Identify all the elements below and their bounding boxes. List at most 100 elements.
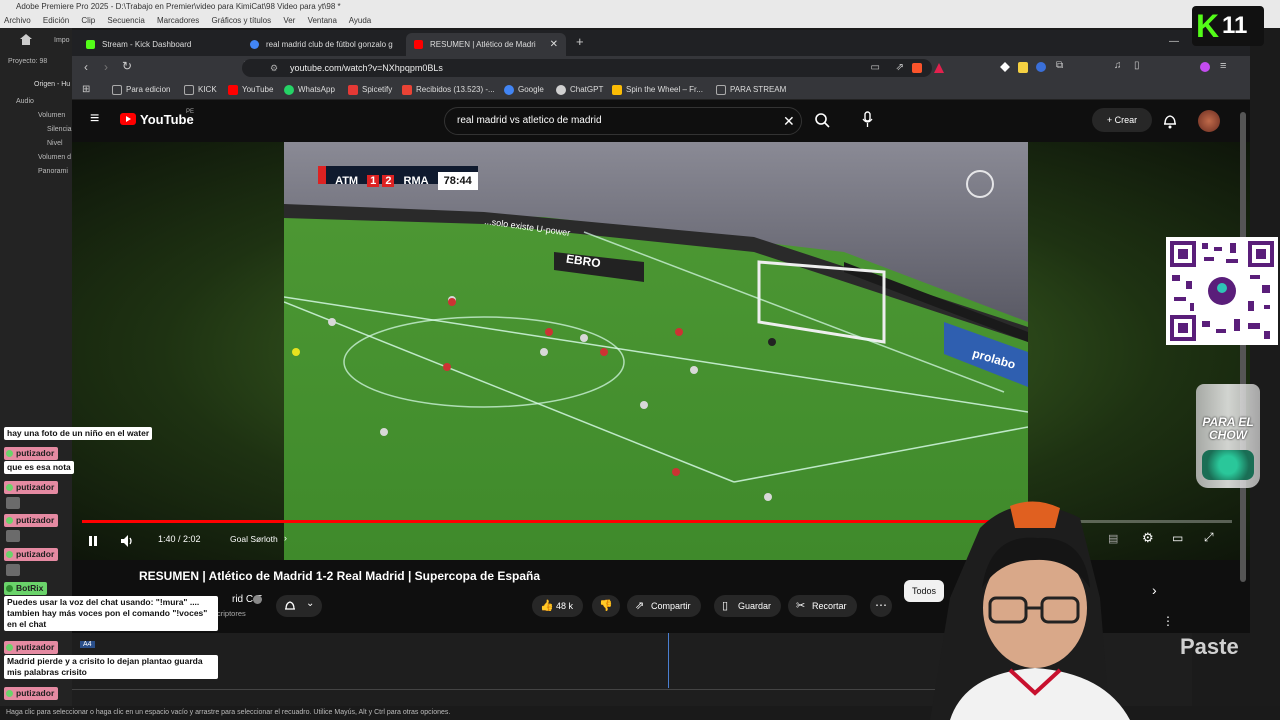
sidebar-icon[interactable]: ▯ [1134,60,1140,71]
menu-edicion[interactable]: Edición [43,16,69,25]
play-triangle-icon [126,116,131,122]
tree-volumen[interactable]: Volumen [38,112,65,119]
bookmark-spicetify[interactable]: Spicetify [348,80,392,100]
profile-extension-icon[interactable] [1200,62,1210,72]
clear-search-icon[interactable]: ✕ [783,108,795,134]
user-badge-icon [6,484,13,491]
forward-icon[interactable]: › [104,60,108,74]
minimize-icon[interactable]: — [1169,36,1179,47]
menu-graficos[interactable]: Gráficos y títulos [212,16,272,25]
track-a4[interactable]: A4 [80,641,95,648]
back-icon[interactable]: ‹ [84,60,88,74]
address-bar[interactable]: ⚙ youtube.com/watch?v=NXhpqpm0BLs ▭ ⇗ [242,59,944,77]
playhead[interactable] [668,633,669,688]
home-color-bar [318,166,326,184]
bookmark-para-edicion[interactable]: Para edicion [112,80,170,100]
menu-ventana[interactable]: Ventana [308,16,337,25]
dislike-button[interactable]: 👎 [592,595,620,617]
menu-clip[interactable]: Clip [81,16,95,25]
bookmarks-bar: ⊞ Para edicion KICK YouTube WhatsApp Spi… [72,80,1250,100]
chat-username-text: putizador [16,448,55,458]
brave-shield-icon[interactable] [912,63,922,73]
menu-marcadores[interactable]: Marcadores [157,16,199,25]
theater-mode-icon[interactable]: ▭ [1172,531,1183,545]
like-button[interactable]: 👍 48 k [532,595,584,617]
scissors-icon: ✂ [796,600,806,612]
search-icon[interactable] [815,113,830,128]
extensions-puzzle-icon[interactable]: ⧉ [1056,60,1063,71]
user-avatar[interactable] [1198,110,1220,132]
tab-google[interactable]: real madrid club de fútbol gonzalo g [242,33,402,56]
thumbs-up-icon: 👍 [540,600,554,612]
clip-button[interactable]: ✂ Recortar [788,595,857,617]
bookmark-google[interactable]: Google [504,80,544,100]
search-input[interactable]: real madrid vs atletico de madrid ✕ [444,107,802,135]
share-button[interactable]: ⇗ Compartir [627,595,701,617]
chapter-button[interactable]: Goal Sørloth [230,534,278,544]
extension-blue-icon[interactable] [1036,62,1046,72]
notifications-bell-icon[interactable] [1163,113,1177,129]
extension-diamond-icon[interactable] [1000,62,1010,72]
chat-username: putizador [4,687,59,700]
streamer-webcam-image [930,501,1130,720]
subscribed-button[interactable]: ⌄ [276,595,322,617]
premiere-menu-bar[interactable]: Archivo Edición Clip Secuencia Marcadore… [0,14,1280,28]
bookmark-youtube[interactable]: YouTube [228,80,273,100]
import-label[interactable]: Impo [54,37,70,44]
folder-icon [112,85,122,95]
tab-label: RESUMEN | Atlético de Madri [430,40,536,49]
create-label: Crear [1114,115,1138,125]
reload-icon[interactable]: ↻ [122,59,132,73]
apps-grid-icon[interactable]: ⊞ [82,84,90,95]
menu-ayuda[interactable]: Ayuda [349,16,372,25]
home-team: ATM [335,175,359,187]
cast-icon[interactable]: ▭ [871,59,880,77]
bookmark-spin-wheel[interactable]: Spin the Wheel – Fr... [612,80,703,100]
menu-hamburger-icon[interactable]: ≡ [1220,60,1226,72]
bookmark-chatgpt[interactable]: ChatGPT [556,80,603,100]
new-tab-button[interactable]: + [576,34,584,49]
paste-label: Paste [1180,634,1239,659]
bot-badge-icon [6,585,13,592]
scrollbar[interactable] [1240,112,1246,582]
menu-secuencia[interactable]: Secuencia [107,16,144,25]
subscriber-count: criptores [217,609,246,618]
extension-yellow-icon[interactable] [1018,62,1028,73]
chat-username: putizador [4,447,59,460]
create-button[interactable]: + Crear [1092,108,1152,132]
tree-silencia[interactable]: Silencia [47,126,72,133]
youtube-logo-icon[interactable] [120,113,136,125]
pause-icon[interactable] [88,535,98,547]
save-button[interactable]: ▯ Guardar [714,595,782,617]
site-info-icon[interactable]: ⚙ [270,59,278,77]
spicetify-icon [348,85,358,95]
origin-tab[interactable]: Origen - Hu [34,81,70,88]
volume-icon[interactable] [120,534,134,548]
share-page-icon[interactable]: ⇗ [896,59,904,77]
menu-archivo[interactable]: Archivo [4,16,31,25]
time-display: 1:40 / 2:02 [158,534,201,544]
bookmark-label: Recibidos (13.523) -... [416,85,495,94]
brave-rewards-icon[interactable] [934,63,944,73]
fullscreen-icon[interactable]: ⤢ [1204,530,1214,545]
media-icon[interactable]: ♫ [1114,60,1122,71]
close-tab-icon[interactable]: ✕ [550,33,558,56]
tree-panorami[interactable]: Panorami [38,168,68,175]
tree-nivel[interactable]: Nivel [47,140,63,147]
chat-message: que es esa nota [4,461,74,474]
bookmark-gmail[interactable]: Recibidos (13.523) -... [402,80,495,100]
bookmark-whatsapp[interactable]: WhatsApp [284,80,335,100]
youtube-tab-icon [414,40,423,49]
bookmark-para-stream[interactable]: PARA STREAM [716,80,786,100]
home-icon[interactable] [20,34,32,45]
chapter-chevron-icon[interactable]: › [284,533,287,543]
tab-youtube-active[interactable]: RESUMEN | Atlético de Madri ✕ [406,33,566,56]
menu-ver[interactable]: Ver [283,16,295,25]
chat-username: putizador [4,548,59,561]
bookmark-label: Google [518,85,544,94]
microphone-icon[interactable] [862,111,873,128]
tab-kick[interactable]: Stream - Kick Dashboard [78,33,238,56]
tree-volumen-d[interactable]: Volumen d [38,154,71,161]
menu-icon[interactable]: ≡ [90,110,99,128]
bookmark-kick[interactable]: KICK [184,80,217,100]
